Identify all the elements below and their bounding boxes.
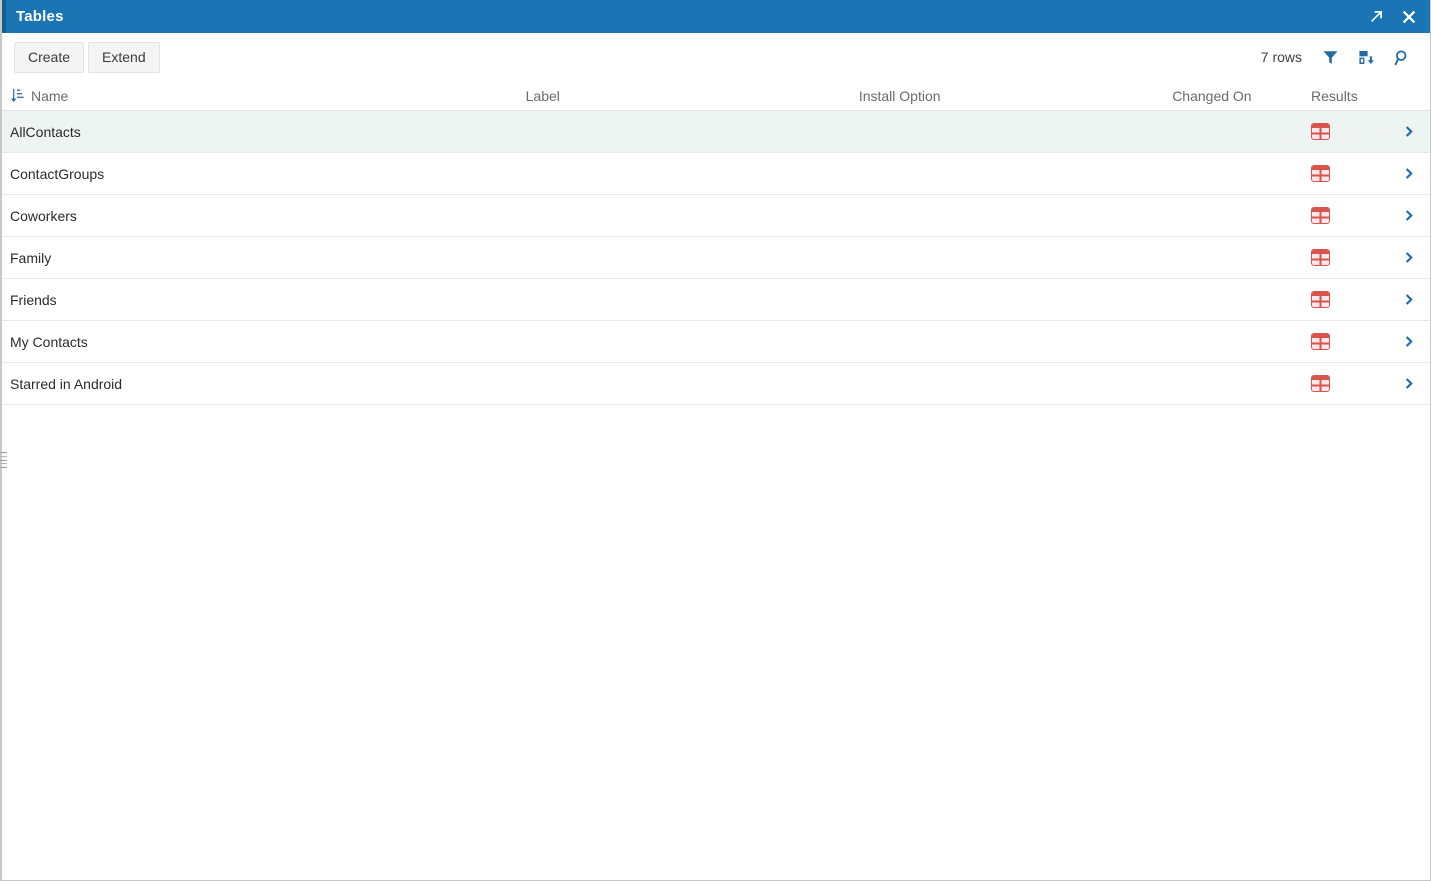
cell-results <box>1311 291 1390 308</box>
cell-results <box>1311 207 1390 224</box>
extend-button[interactable]: Extend <box>88 41 160 73</box>
cell-results <box>1311 249 1390 266</box>
create-button[interactable]: Create <box>14 41 85 73</box>
table-icon[interactable] <box>1311 375 1331 392</box>
save-icon[interactable] <box>1356 47 1376 67</box>
chevron-right-icon[interactable] <box>1403 334 1418 349</box>
open-in-new-icon[interactable] <box>1368 8 1386 26</box>
cell-detail <box>1390 292 1430 307</box>
column-header-changed-on[interactable]: Changed On <box>1172 88 1311 104</box>
tables-window: Tables Create Extend 7 rows Name Label I… <box>0 0 1431 881</box>
column-header-name-label: Name <box>31 87 69 104</box>
cell-name: ContactGroups <box>10 165 105 182</box>
chevron-right-icon[interactable] <box>1403 292 1418 307</box>
table-row[interactable]: AllContacts <box>2 111 1430 153</box>
cell-detail <box>1390 166 1430 181</box>
table-row[interactable]: Friends <box>2 279 1430 321</box>
chevron-right-icon[interactable] <box>1403 376 1418 391</box>
cell-name: Coworkers <box>10 207 77 224</box>
chevron-right-icon[interactable] <box>1403 250 1418 265</box>
chevron-right-icon[interactable] <box>1403 124 1418 139</box>
cell-results <box>1311 165 1390 182</box>
table-rows: AllContacts ContactGroups Coworkers Fami… <box>2 111 1430 880</box>
cell-detail <box>1390 250 1430 265</box>
cell-name: Family <box>10 249 52 266</box>
window-titlebar: Tables <box>2 0 1430 33</box>
table-toolbar: Create Extend 7 rows <box>2 33 1430 81</box>
close-icon[interactable] <box>1400 8 1418 26</box>
cell-detail <box>1390 376 1430 391</box>
chevron-right-icon[interactable] <box>1403 208 1418 223</box>
table-row[interactable]: ContactGroups <box>2 153 1430 195</box>
table-icon[interactable] <box>1311 207 1331 224</box>
cell-name: AllContacts <box>10 123 81 140</box>
row-count-label: 7 rows <box>1260 49 1302 65</box>
table-row[interactable]: Coworkers <box>2 195 1430 237</box>
table-row[interactable]: Starred in Android <box>2 363 1430 405</box>
cell-name: My Contacts <box>10 333 88 350</box>
cell-detail <box>1390 124 1430 139</box>
filter-icon[interactable] <box>1320 47 1340 67</box>
cell-detail <box>1390 334 1430 349</box>
column-header-results[interactable]: Results <box>1311 88 1390 104</box>
column-header-name[interactable]: Name <box>10 88 526 104</box>
table-icon[interactable] <box>1311 333 1331 350</box>
cell-name: Starred in Android <box>10 375 123 392</box>
table-row[interactable]: My Contacts <box>2 321 1430 363</box>
window-title: Tables <box>16 8 64 25</box>
cell-results <box>1311 375 1390 392</box>
left-resize-grip[interactable] <box>0 452 7 468</box>
table-icon[interactable] <box>1311 123 1331 140</box>
chevron-right-icon[interactable] <box>1403 166 1418 181</box>
toolbar-right-group: 7 rows <box>1261 47 1416 67</box>
search-icon[interactable] <box>1392 47 1412 67</box>
titlebar-actions <box>1368 8 1418 26</box>
table-icon[interactable] <box>1311 249 1331 266</box>
table-icon[interactable] <box>1311 165 1331 182</box>
cell-results <box>1311 123 1390 140</box>
table-header-row: Name Label Install Option Changed On Res… <box>2 81 1430 111</box>
cell-results <box>1311 333 1390 350</box>
column-header-install-option[interactable]: Install Option <box>859 88 1172 104</box>
cell-name: Friends <box>10 291 57 308</box>
table-row[interactable]: Family <box>2 237 1430 279</box>
table-icon[interactable] <box>1311 291 1331 308</box>
column-header-label[interactable]: Label <box>526 88 859 104</box>
cell-detail <box>1390 208 1430 223</box>
sort-ascending-icon[interactable] <box>10 88 24 104</box>
